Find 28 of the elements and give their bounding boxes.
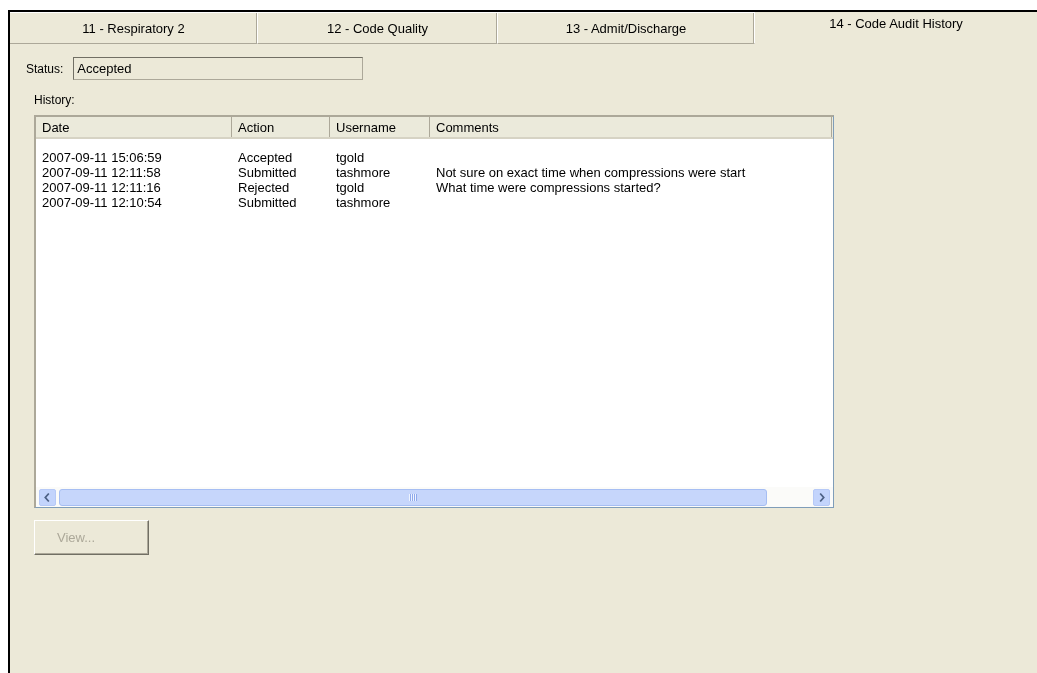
column-header[interactable]: Username xyxy=(330,117,430,137)
table-cell: 2007-09-11 12:11:16 xyxy=(42,180,161,195)
table-cell: Submitted xyxy=(238,195,297,210)
scrollbar-thumb[interactable] xyxy=(59,488,767,506)
scroll-left-icon[interactable] xyxy=(39,488,56,506)
history-label: History: xyxy=(34,93,76,107)
table-cell: What time were compressions started? xyxy=(436,180,661,195)
table-cell: 2007-09-11 15:06:59 xyxy=(42,150,162,165)
tab[interactable]: 13 - Admit/Discharge xyxy=(498,12,755,44)
table-cell: Rejected xyxy=(238,180,290,195)
table-cell: tashmore xyxy=(336,165,391,180)
horizontal-scrollbar[interactable] xyxy=(36,487,833,507)
tab[interactable]: 11 - Respiratory 2 xyxy=(10,12,258,44)
table-cell: Submitted xyxy=(238,165,297,180)
column-header[interactable]: Action xyxy=(232,117,330,137)
table-cell: 2007-09-11 12:11:58 xyxy=(42,165,161,180)
table-cell: 2007-09-11 12:10:54 xyxy=(42,195,162,210)
column-header[interactable]: Date xyxy=(36,117,232,137)
scroll-right-icon[interactable] xyxy=(813,488,830,506)
table-cell: Accepted xyxy=(238,150,293,165)
status-label: Status: xyxy=(26,61,64,76)
table-cell: Not sure on exact time when compressions were start xyxy=(436,165,746,180)
table-cell: tashmore xyxy=(336,195,391,210)
column-header[interactable]: Comments xyxy=(430,117,832,137)
tab[interactable]: 12 - Code Quality xyxy=(258,12,498,44)
table-cell: tgold xyxy=(336,150,365,165)
table-cell: tgold xyxy=(336,180,365,195)
status-field: Accepted xyxy=(73,57,364,80)
